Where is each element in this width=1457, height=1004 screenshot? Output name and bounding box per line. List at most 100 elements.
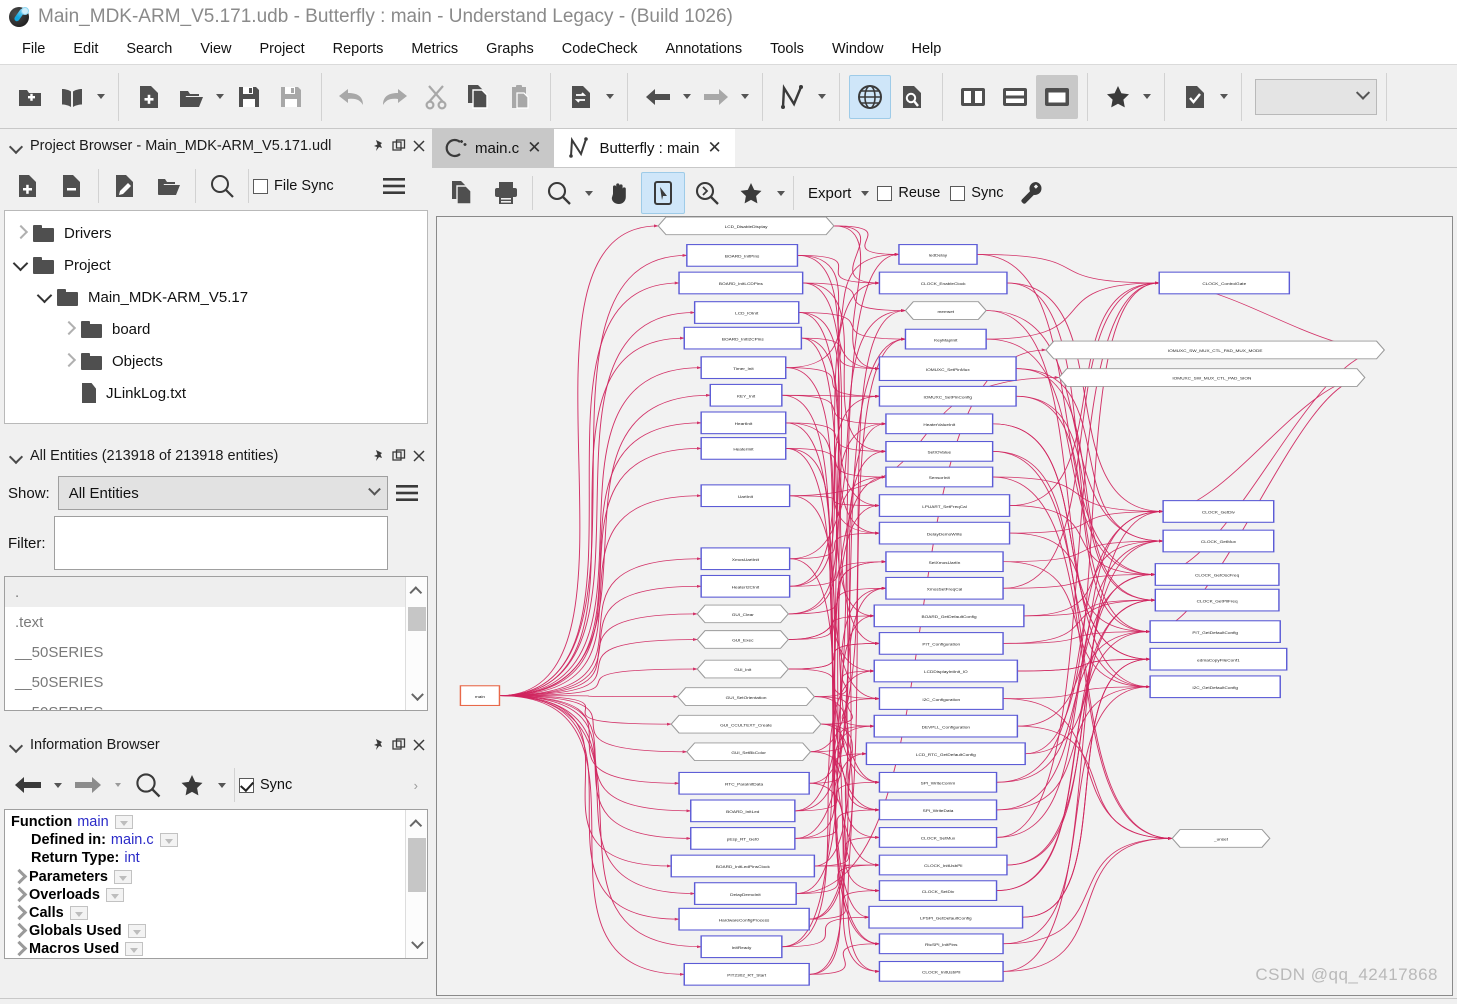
scroll-up-icon[interactable] (406, 810, 427, 836)
copy-icon[interactable] (457, 75, 499, 119)
compare-files-dropdown-icon[interactable] (602, 75, 618, 119)
search-icon[interactable] (200, 165, 244, 207)
float-icon[interactable] (392, 449, 406, 463)
globe-icon[interactable] (849, 74, 891, 119)
info-row-globals-used[interactable]: Globals Used (9, 922, 427, 940)
tree-item-jlinklog[interactable]: JLinkLog.txt (5, 377, 427, 409)
menu-item-annotations[interactable]: Annotations (651, 38, 756, 60)
scrollbar-thumb[interactable] (408, 838, 426, 892)
chevron-right-icon[interactable] (11, 922, 29, 940)
sync-checkbox[interactable] (239, 777, 254, 793)
information-browser-content[interactable]: Function main Defined in: main.c Return … (4, 809, 428, 959)
back-arrow-icon[interactable] (6, 764, 50, 806)
project-tree[interactable]: Drivers Project Main_MDK-ARM_V5.17 board (4, 210, 428, 424)
tree-item-objects[interactable]: Objects (5, 345, 427, 377)
menu-item-view[interactable]: View (186, 38, 245, 60)
chevron-down-icon[interactable] (11, 254, 33, 276)
back-arrow-icon[interactable] (637, 75, 679, 119)
list-item[interactable]: .text (5, 607, 427, 637)
dropdown-icon[interactable] (125, 942, 144, 957)
paste-icon[interactable] (499, 75, 541, 119)
all-entities-list[interactable]: . .text __50SERIES __50SERIES __50SERIES (4, 576, 428, 711)
scroll-down-icon[interactable] (406, 684, 427, 710)
scroll-down-icon[interactable] (406, 932, 427, 958)
list-item[interactable]: __50SERIES (5, 667, 427, 697)
cut-icon[interactable] (415, 75, 457, 119)
copy-icon[interactable] (440, 172, 484, 214)
chevron-right-icon[interactable] (59, 318, 81, 340)
graph-favorites-dropdown-icon[interactable] (773, 171, 789, 215)
tree-item-main-mdk-arm[interactable]: Main_MDK-ARM_V5.17 (5, 281, 427, 313)
menu-item-reports[interactable]: Reports (319, 38, 398, 60)
search-icon[interactable] (126, 764, 170, 806)
edit-file-icon[interactable] (103, 165, 147, 207)
single-pane-icon[interactable] (1036, 74, 1078, 119)
checked-document-icon[interactable] (1174, 75, 1216, 119)
menu-item-codecheck[interactable]: CodeCheck (548, 38, 652, 60)
info-value[interactable]: main.c (111, 832, 154, 848)
undo-icon[interactable] (331, 75, 373, 119)
menu-item-edit[interactable]: Edit (59, 38, 112, 60)
tab-main-c[interactable]: main.c ✕ (432, 129, 555, 167)
close-icon[interactable] (412, 738, 426, 752)
codecheck-dropdown-icon[interactable] (1216, 75, 1232, 119)
info-row-macros-used[interactable]: Macros Used (9, 940, 427, 958)
forward-arrow-icon[interactable] (695, 75, 737, 119)
favorites-star-icon[interactable] (729, 172, 773, 214)
file-sync-checkbox[interactable] (253, 178, 268, 194)
close-icon[interactable] (412, 139, 426, 153)
graph-dropdown-icon[interactable] (814, 75, 830, 119)
graph-sync-checkbox[interactable] (950, 185, 966, 201)
chevron-down-icon[interactable] (10, 739, 23, 752)
forward-dropdown-icon[interactable] (110, 763, 126, 807)
open-folder-dropdown-icon[interactable] (212, 75, 228, 119)
open-book-dropdown-icon[interactable] (93, 75, 109, 119)
chevron-right-icon[interactable] (11, 886, 29, 904)
favorites-star-icon[interactable] (170, 764, 214, 806)
chevron-down-icon[interactable] (35, 286, 57, 308)
dropdown-icon[interactable] (69, 906, 88, 921)
forward-arrow-icon[interactable] (66, 764, 110, 806)
favorites-dropdown-icon[interactable] (214, 763, 230, 807)
menu-item-search[interactable]: Search (112, 38, 186, 60)
chevron-down-icon[interactable] (10, 450, 23, 463)
tree-item-drivers[interactable]: Drivers (5, 217, 427, 249)
info-row-calls[interactable]: Calls (9, 904, 427, 922)
pin-icon[interactable] (372, 449, 386, 463)
zoom-dropdown-icon[interactable] (581, 171, 597, 215)
dropdown-icon[interactable] (114, 869, 132, 884)
export-button[interactable]: Export (808, 185, 851, 202)
pan-hand-icon[interactable] (597, 172, 641, 214)
favorites-dropdown-icon[interactable] (1139, 75, 1155, 119)
print-icon[interactable] (484, 172, 528, 214)
tree-item-project[interactable]: Project (5, 249, 427, 281)
dropdown-icon[interactable] (127, 924, 146, 939)
chevron-right-icon[interactable] (11, 940, 29, 958)
dropdown-icon[interactable] (159, 833, 178, 848)
remove-file-icon[interactable] (50, 165, 94, 207)
scroll-up-icon[interactable] (406, 577, 427, 603)
compare-files-icon[interactable] (560, 75, 602, 119)
save-icon[interactable] (228, 75, 270, 119)
overflow-chevron-icon[interactable]: › (414, 778, 418, 793)
float-icon[interactable] (392, 139, 406, 153)
split-vertical-icon[interactable] (952, 75, 994, 119)
hamburger-menu-icon[interactable] (372, 165, 416, 207)
info-row-parameters[interactable]: Parameters (9, 868, 427, 886)
float-icon[interactable] (392, 738, 406, 752)
graph-polyline-icon[interactable] (772, 75, 814, 119)
menu-item-graphs[interactable]: Graphs (472, 38, 548, 60)
reuse-checkbox[interactable] (877, 185, 893, 201)
export-dropdown-icon[interactable] (857, 171, 873, 215)
split-horizontal-icon[interactable] (994, 75, 1036, 119)
redo-icon[interactable] (373, 75, 415, 119)
menu-item-window[interactable]: Window (818, 38, 898, 60)
chevron-right-icon[interactable] (11, 904, 29, 922)
open-folder-icon[interactable] (170, 75, 212, 119)
menu-item-tools[interactable]: Tools (756, 38, 818, 60)
info-scrollbar[interactable] (405, 810, 427, 958)
list-item[interactable]: __50SERIES (5, 697, 427, 711)
select-pointer-icon[interactable] (641, 172, 685, 214)
menu-item-project[interactable]: Project (246, 38, 319, 60)
menu-item-help[interactable]: Help (898, 38, 956, 60)
